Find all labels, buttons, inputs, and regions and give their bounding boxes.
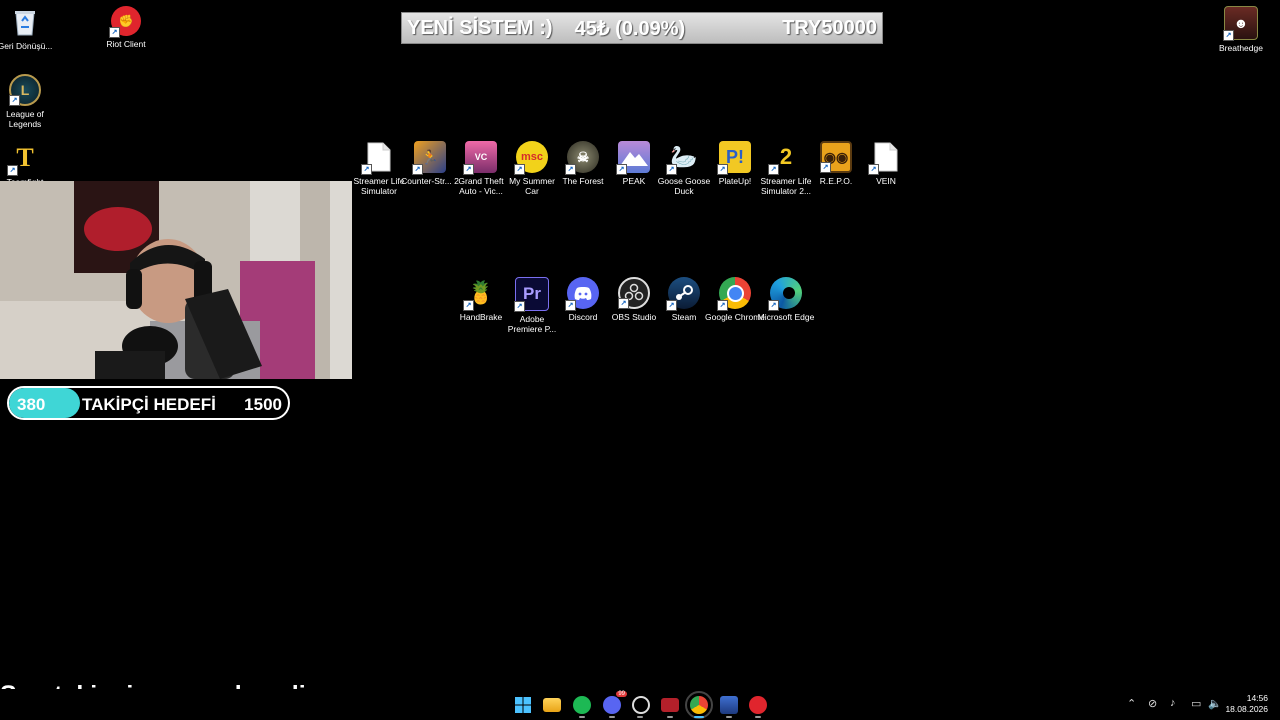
teamfight-tactics-icon: T ↗	[7, 142, 41, 176]
desktop-icon-my-summer-car[interactable]: msc ↗ My Summer Car	[504, 141, 560, 196]
desktop-icon-gta-vice-city[interactable]: VC ↗ Grand Theft Auto - Vic...	[453, 141, 509, 196]
display-icon[interactable]: ▭	[1191, 697, 1201, 710]
start-button[interactable]	[514, 696, 532, 714]
webcam-image	[0, 181, 352, 379]
clock-time: 14:56	[1246, 693, 1268, 703]
riot-client-icon: ✊ ↗	[109, 6, 141, 38]
desktop-icon-edge[interactable]: ↗ Microsoft Edge	[758, 277, 814, 322]
edge-icon: ↗	[768, 277, 802, 311]
desktop-icon-handbrake[interactable]: 🍍 ↗ HandBrake	[453, 277, 509, 322]
app-icon[interactable]	[661, 698, 679, 712]
desktop-icon-label: VEIN	[876, 176, 896, 186]
desktop-icon-league-of-legends[interactable]: L ↗ League of Legends	[0, 74, 53, 129]
desktop-icon-label: Geri Dönüşü...	[0, 41, 53, 51]
running-indicator	[637, 716, 643, 718]
taskbar-discord-icon[interactable]: 99	[603, 691, 627, 714]
peak-icon: ↗	[616, 141, 650, 175]
desktop-icon-recycle-bin[interactable]: Geri Dönüşü...	[0, 6, 53, 51]
webcam-feed	[0, 181, 352, 379]
discord-icon: ↗	[565, 277, 599, 311]
running-indicator	[667, 716, 673, 718]
premiere-pro-icon: Pr ↗	[514, 277, 549, 312]
taskbar-chrome-icon[interactable]	[685, 691, 713, 719]
running-indicator	[726, 716, 732, 718]
app2-icon[interactable]	[720, 696, 738, 714]
running-indicator	[609, 716, 615, 718]
donation-label: YENİ SİSTEM :)	[407, 16, 553, 39]
desktop-icon-streamer-life-simulator[interactable]: ↗ Streamer Life Simulator	[351, 141, 407, 196]
steam-icon: ↗	[666, 277, 700, 311]
desktop-icon-label: Riot Client	[106, 39, 146, 49]
riot-icon[interactable]	[749, 696, 767, 714]
repo-icon: ◉◉ ↗	[820, 141, 852, 173]
the-forest-icon: ☠ ↗	[565, 141, 599, 175]
follower-target: 1500	[244, 395, 282, 414]
follower-goal-bar: 380 TAKİPÇİ HEDEFİ 1500	[7, 386, 290, 420]
desktop-icon-discord[interactable]: ↗ Discord	[555, 277, 611, 322]
microphone-icon[interactable]: ♪	[1170, 697, 1176, 709]
windows-start-icon	[515, 697, 531, 713]
desktop-icon-streamer-life-2[interactable]: 2 ↗ Streamer Life Simulator 2...	[758, 141, 814, 196]
desktop-icon-goose-goose-duck[interactable]: 🦢 ↗ Goose Goose Duck	[656, 141, 712, 196]
desktop-icon-label: Microsoft Edge	[757, 312, 815, 322]
obs-icon[interactable]	[632, 696, 650, 714]
donation-goal-banner: YENİ SİSTEM :) 45₺ (0.09%) TRY50000	[401, 12, 883, 44]
taskbar-clock[interactable]: 14:56 18.08.2026	[1225, 693, 1268, 715]
desktop-icon-label: League of Legends	[6, 109, 44, 129]
follower-current: 380	[17, 395, 46, 414]
show-hidden-icons-chevron[interactable]: ⌃	[1127, 697, 1136, 710]
desktop-icon-steam[interactable]: ↗ Steam	[656, 277, 712, 322]
chrome-icon: ↗	[717, 277, 751, 311]
gta-vice-city-icon: VC ↗	[463, 141, 497, 175]
desktop-icon-riot-client[interactable]: ✊ ↗ Riot Client	[98, 6, 154, 49]
breathedge-icon: ☻ ↗	[1223, 6, 1258, 41]
blank-file-icon: ↗	[361, 141, 395, 175]
clock-date: 18.08.2026	[1225, 704, 1268, 714]
handbrake-icon: 🍍 ↗	[463, 277, 497, 311]
goose-goose-duck-icon: 🦢 ↗	[666, 141, 700, 175]
desktop-icon-vein[interactable]: ↗ VEIN	[858, 141, 914, 186]
obs-studio-icon: ↗	[618, 277, 650, 309]
recycle-bin-icon	[9, 6, 41, 38]
running-indicator	[755, 716, 761, 718]
counter-strike-icon: 🏃 ↗	[412, 141, 446, 175]
desktop-icon-label: Breathedge	[1219, 43, 1263, 53]
streamer-life-2-icon: 2 ↗	[768, 141, 802, 175]
active-indicator	[694, 716, 704, 718]
volume-icon[interactable]: 🔈	[1208, 697, 1222, 710]
donation-amount: 45₺ (0.09%)	[574, 17, 686, 40]
plateup-icon: P! ↗	[717, 141, 751, 175]
running-indicator	[579, 716, 585, 718]
network-icon[interactable]: ⊘	[1148, 697, 1157, 710]
blank-file-icon: ↗	[868, 141, 902, 175]
desktop-icon-the-forest[interactable]: ☠ ↗ The Forest	[555, 141, 611, 186]
desktop-icon-chrome[interactable]: ↗ Google Chrome	[705, 277, 765, 322]
taskbar: 99 ⌃ ⊘ ♪ ▭ 🔈 14:56 18.08.2026	[0, 689, 1280, 720]
donation-goal: TRY50000	[782, 16, 877, 39]
desktop-icon-plateup[interactable]: P! ↗ PlateUp!	[707, 141, 763, 186]
follower-goal-label: TAKİPÇİ HEDEFİ	[82, 395, 216, 414]
desktop-icon-counter-strike[interactable]: 🏃 ↗ Counter-Str... 2	[401, 141, 459, 186]
desktop-icon-breathedge[interactable]: ☻ ↗ Breathedge	[1213, 6, 1269, 53]
my-summer-car-icon: msc ↗	[514, 141, 548, 175]
discord-notification-badge: 99	[616, 691, 627, 697]
spotify-icon[interactable]	[573, 696, 591, 714]
file-explorer-icon[interactable]	[543, 698, 561, 712]
desktop-icon-premiere-pro[interactable]: Pr ↗ Adobe Premiere P...	[504, 277, 560, 334]
league-of-legends-icon: L ↗	[9, 74, 41, 106]
